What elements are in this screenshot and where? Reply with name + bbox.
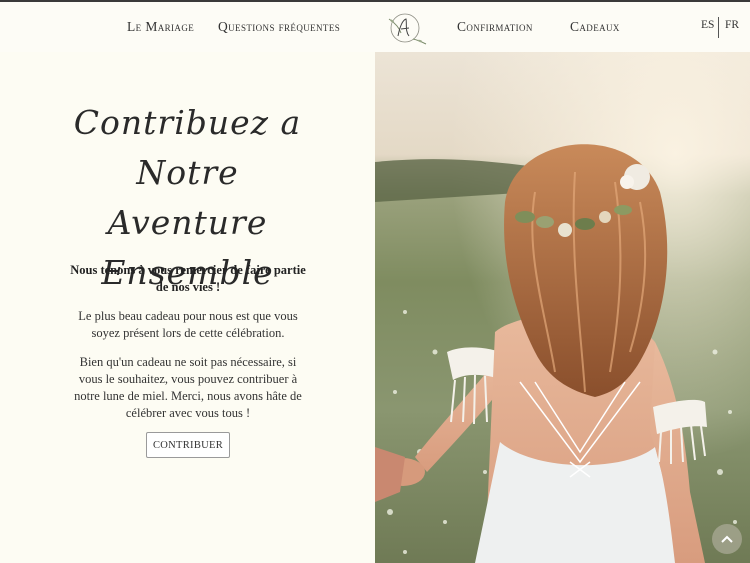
hero-photo — [375, 52, 750, 563]
paragraph-1: Le plus beau cadeau pour nous est que vo… — [78, 309, 298, 340]
scroll-to-top-button[interactable] — [712, 524, 742, 554]
navbar: Le Mariage Questions fréquentes Confirma… — [0, 2, 750, 52]
lead-text: Nous tenons à vous remercier de faire pa… — [70, 263, 306, 294]
nav-confirmation[interactable]: Confirmation — [457, 19, 533, 35]
paragraph-2: Bien qu'un cadeau ne soit pas nécessaire… — [74, 355, 302, 420]
nav-questions-frequentes[interactable]: Questions fréquentes — [218, 19, 340, 35]
contribute-button[interactable]: CONTRIBUER — [146, 432, 230, 458]
nav-cadeaux[interactable]: Cadeaux — [570, 19, 620, 35]
lang-es-link[interactable]: ES — [701, 19, 714, 31]
title-line-2: Notre Aventure — [107, 153, 268, 242]
nav-le-mariage[interactable]: Le Mariage — [127, 19, 194, 35]
lang-fr-link[interactable]: FR — [725, 19, 739, 31]
chevron-up-icon — [721, 535, 733, 543]
lang-divider — [718, 17, 719, 38]
monogram-logo[interactable] — [385, 11, 427, 47]
title-line-1: Contribuez a — [73, 103, 302, 142]
